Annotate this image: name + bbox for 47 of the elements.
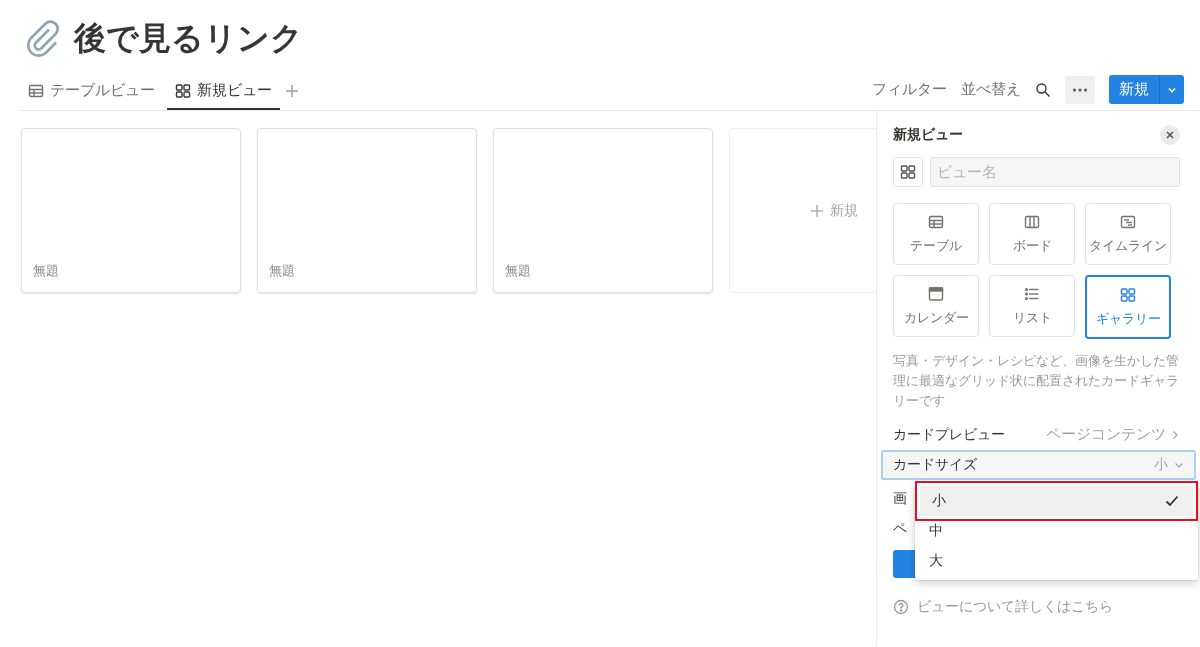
- view-description: 写真・デザイン・レシピなど、画像を生かした管理に最適なグリッド状に配置されたカードギャラリーです: [893, 352, 1180, 410]
- view-tab[interactable]: 新規ビュー: [167, 75, 280, 110]
- setting-label: 画: [893, 490, 907, 506]
- timeline-icon: [1120, 213, 1136, 230]
- help-link[interactable]: ビューについて詳しくはこちら: [893, 598, 1113, 616]
- search-icon: [1035, 81, 1051, 98]
- gallery-icon: [175, 82, 191, 99]
- close-icon: [1165, 130, 1175, 140]
- page-title: 後で見るリンク: [74, 18, 303, 58]
- gallery-card[interactable]: 無題: [21, 128, 241, 293]
- add-card-button[interactable]: 新規: [729, 128, 876, 293]
- board-icon: [1024, 213, 1040, 230]
- caret-icon: [1174, 460, 1184, 470]
- more-icon: [1072, 87, 1088, 92]
- view-tab[interactable]: テーブルビュー: [20, 75, 163, 110]
- plus-icon: [810, 203, 824, 218]
- gallery-icon: [1120, 286, 1136, 303]
- gallery-card[interactable]: 無題: [257, 128, 477, 293]
- add-view-icon: [284, 82, 300, 99]
- card-preview-label: カードプレビュー: [893, 425, 1005, 444]
- view-type-option[interactable]: タイムライン: [1085, 203, 1171, 265]
- setting-label: ペ: [893, 520, 907, 536]
- new-button[interactable]: 新規: [1109, 75, 1184, 104]
- gallery-card[interactable]: 無題: [493, 128, 713, 293]
- check-icon: [1165, 495, 1179, 507]
- view-icon-button[interactable]: [893, 157, 923, 187]
- size-option[interactable]: 大: [915, 546, 1198, 576]
- gallery-icon: [900, 164, 916, 180]
- size-option[interactable]: 中: [915, 516, 1198, 546]
- chevron-icon: [1170, 429, 1180, 440]
- paperclip-icon: [24, 19, 62, 57]
- close-button[interactable]: [1160, 125, 1180, 145]
- filter-button[interactable]: フィルター: [872, 80, 947, 99]
- view-name-field[interactable]: ビュー名: [930, 157, 1180, 187]
- view-type-option[interactable]: テーブル: [893, 203, 979, 265]
- help-icon: [893, 599, 909, 615]
- sort-button[interactable]: 並べ替え: [961, 80, 1021, 99]
- table-icon: [28, 82, 44, 99]
- panel-title: 新規ビュー: [893, 126, 963, 144]
- view-type-option[interactable]: カレンダー: [893, 275, 979, 337]
- calendar-icon: [928, 285, 944, 302]
- view-type-option[interactable]: リスト: [989, 275, 1075, 337]
- card-size-select[interactable]: カードサイズ 小: [881, 450, 1196, 480]
- list-icon: [1024, 285, 1040, 302]
- view-type-option[interactable]: ギャラリー: [1085, 275, 1171, 339]
- view-type-option[interactable]: ボード: [989, 203, 1075, 265]
- table-icon: [928, 213, 944, 230]
